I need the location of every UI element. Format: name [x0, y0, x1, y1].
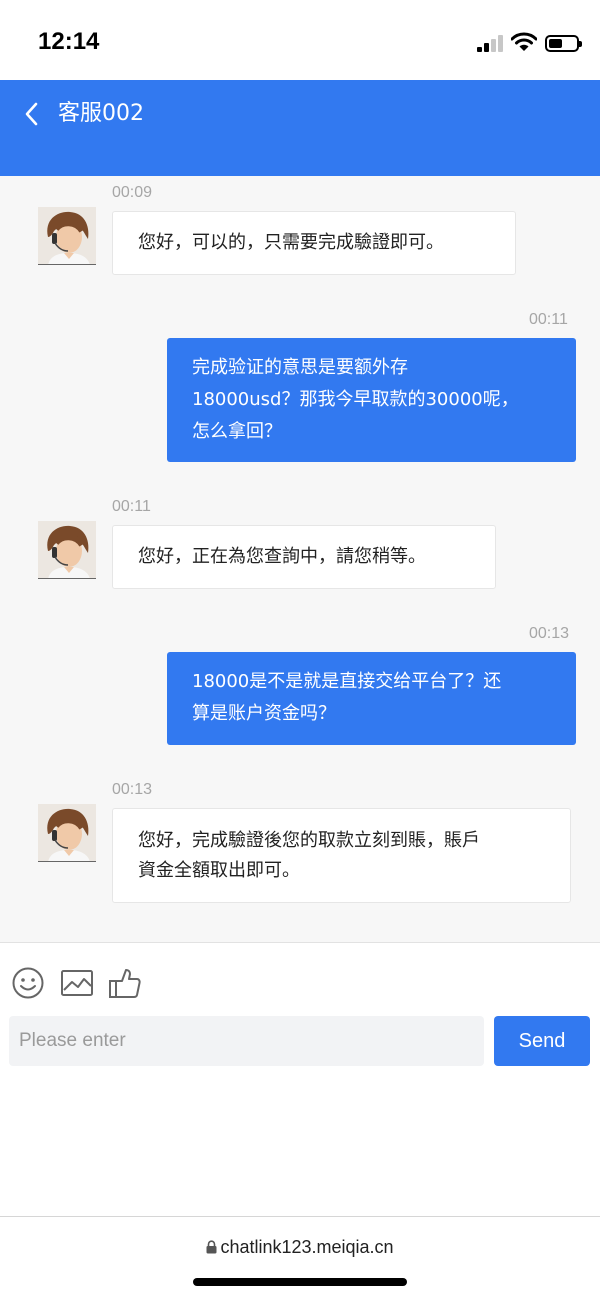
- agent-avatar: [38, 207, 96, 265]
- wifi-icon: [511, 32, 537, 51]
- thumbs-up-icon[interactable]: [108, 966, 142, 1000]
- message-timestamp: 00:11: [112, 498, 151, 515]
- url-display[interactable]: chatlink123.meiqia.cn: [0, 1237, 600, 1258]
- send-button[interactable]: Send: [494, 1016, 590, 1066]
- status-time: 12:14: [38, 28, 100, 55]
- message-text: 18000usd？那我今早取款的30000呢，: [192, 389, 519, 410]
- image-icon[interactable]: [60, 966, 94, 1000]
- url-text: chatlink123.meiqia.cn: [220, 1237, 394, 1257]
- agent-message-bubble: 您好，正在為您查詢中，請您稍等。: [112, 525, 496, 589]
- message-timestamp: 00:11: [529, 311, 568, 328]
- status-bar: 12:14: [0, 0, 600, 80]
- message-text: 您好，正在為您查詢中，請您稍等。: [138, 546, 426, 567]
- message-input[interactable]: [9, 1016, 484, 1066]
- page-title: 客服002: [58, 101, 144, 126]
- message-text: 怎么拿回？: [192, 421, 282, 442]
- browser-address-bar: chatlink123.meiqia.cn: [0, 1216, 600, 1299]
- emoji-icon[interactable]: [11, 966, 45, 1000]
- chat-header: 客服002: [0, 80, 600, 176]
- message-text: 您好，完成驗證後您的取款立刻到賬，賬戶: [138, 830, 480, 851]
- message-text: 18000是不是就是直接交给平台了？还: [192, 671, 502, 692]
- agent-message-bubble: 您好，可以的，只需要完成驗證即可。: [112, 211, 516, 275]
- user-message-bubble: 18000是不是就是直接交给平台了？还 算是账户资金吗？: [167, 652, 576, 745]
- lock-icon: [206, 1240, 217, 1254]
- home-indicator: [193, 1278, 407, 1286]
- message-text: 資金全額取出即可。: [138, 860, 300, 881]
- message-timestamp: 00:13: [112, 781, 153, 798]
- agent-message-bubble: 您好，完成驗證後您的取款立刻到賬，賬戶 資金全額取出即可。: [112, 808, 571, 903]
- cellular-signal-icon: [477, 34, 505, 52]
- agent-avatar: [38, 521, 96, 579]
- message-timestamp: 00:13: [529, 625, 570, 642]
- message-timestamp: 00:09: [112, 184, 153, 201]
- message-text: 您好，可以的，只需要完成驗證即可。: [138, 232, 444, 253]
- battery-icon: [545, 35, 582, 52]
- user-message-bubble: 完成验证的意思是要额外存 18000usd？那我今早取款的30000呢， 怎么拿…: [167, 338, 576, 462]
- back-arrow-icon[interactable]: [20, 100, 48, 128]
- message-text: 算是账户资金吗？: [192, 703, 336, 724]
- agent-avatar: [38, 804, 96, 862]
- message-text: 完成验证的意思是要额外存: [192, 357, 408, 378]
- chat-message-list[interactable]: 00:09 您好，可以的，只需要完成驗證即可。 00:11 完成验证的意思是要额…: [0, 176, 600, 942]
- composer-divider: [0, 942, 600, 943]
